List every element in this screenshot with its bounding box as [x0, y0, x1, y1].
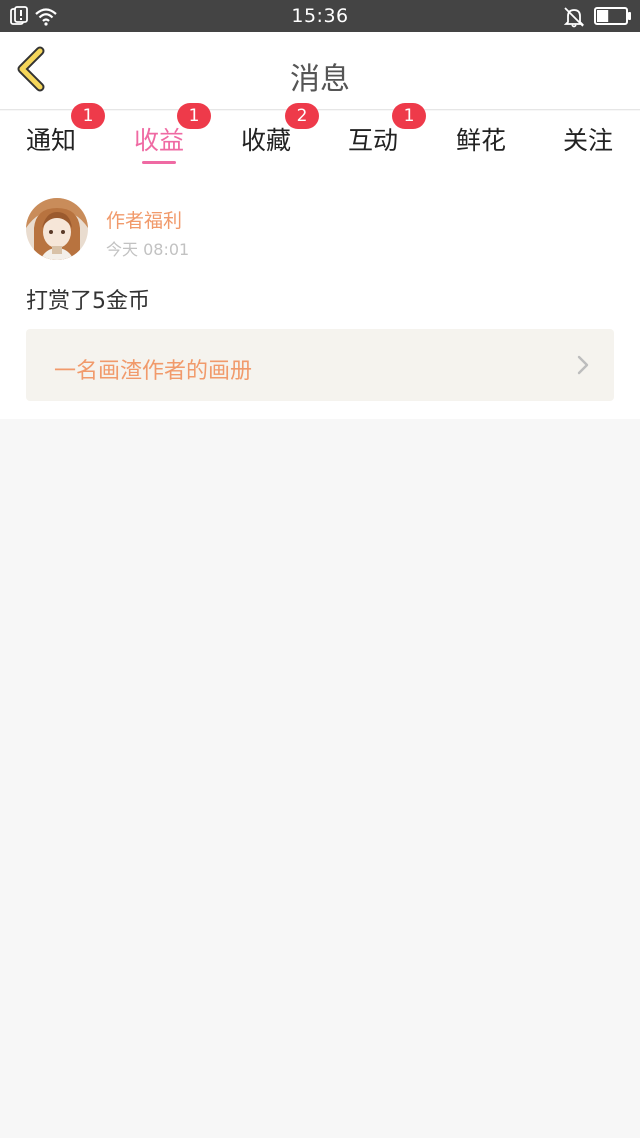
- unread-badge: 1: [392, 103, 426, 129]
- message-body: 打赏了5金币: [26, 289, 150, 314]
- tab-earnings[interactable]: 收益 1: [109, 103, 211, 173]
- message-timestamp: 今天 08:01: [106, 240, 190, 259]
- status-bar: 15:36: [0, 0, 640, 32]
- message-card: 作者福利 今天 08:01 打赏了5金币 一名画渣作者的画册: [0, 173, 640, 419]
- bell-muted-icon: [563, 7, 585, 28]
- tab-notifications[interactable]: 通知 1: [1, 103, 105, 173]
- page-title: 消息: [290, 62, 350, 97]
- avatar-image: [26, 198, 88, 260]
- unread-badge: 2: [285, 103, 319, 129]
- status-time: 15:36: [291, 5, 349, 27]
- album-link[interactable]: 一名画渣作者的画册: [26, 329, 614, 401]
- active-tab-indicator: [142, 161, 176, 164]
- chevron-right-icon: [577, 355, 589, 375]
- navigation-header: 消息: [0, 32, 640, 110]
- tab-label: 鲜花: [455, 126, 506, 155]
- message-tabs: 通知 1 收益 1 收藏 2 互动 1 鲜花 关注: [0, 103, 640, 173]
- tab-favorites[interactable]: 收藏 2: [216, 103, 319, 173]
- battery-icon: [594, 7, 631, 25]
- avatar[interactable]: [26, 198, 88, 260]
- tab-interactions[interactable]: 互动 1: [323, 103, 426, 173]
- unread-badge: 1: [177, 103, 211, 129]
- tab-following[interactable]: 关注: [538, 111, 638, 173]
- album-title: 一名画渣作者的画册: [54, 359, 253, 384]
- tab-label: 关注: [562, 126, 613, 155]
- sender-name[interactable]: 作者福利: [106, 206, 182, 233]
- unread-badge: 1: [71, 103, 105, 129]
- tab-flowers[interactable]: 鲜花: [431, 111, 531, 173]
